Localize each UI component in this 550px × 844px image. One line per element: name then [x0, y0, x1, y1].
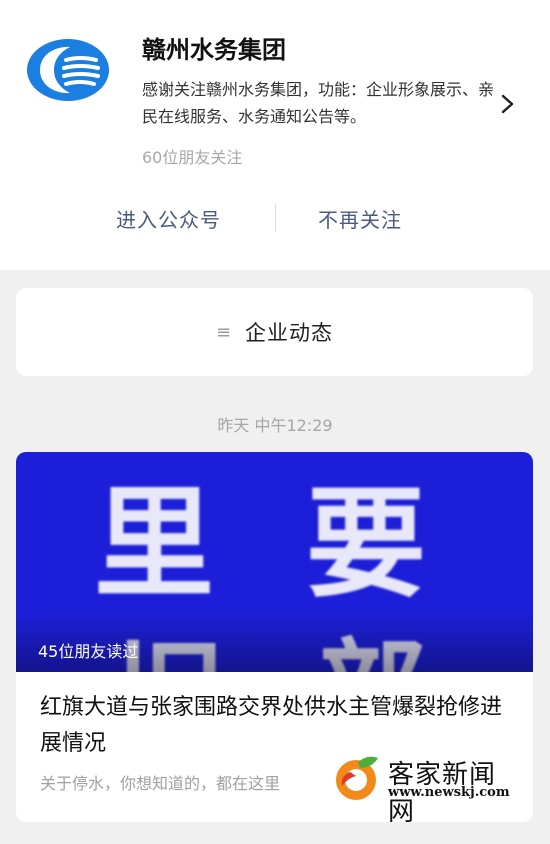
watermark-logo	[336, 756, 378, 800]
unfollow-button[interactable]: 不再关注	[318, 204, 402, 233]
watermark-url: www.newskj.com	[388, 785, 510, 800]
menu-lines-icon: ≡	[215, 321, 232, 343]
followers-count: 60位朋友关注	[142, 148, 243, 167]
water-group-logo	[27, 39, 109, 101]
article-cover-image: 里 要 旧 部 45位朋友读过	[16, 452, 533, 672]
menu-item-company-news[interactable]: ≡ 企业动态	[16, 288, 533, 376]
cover-char: 要	[306, 475, 434, 614]
cover-char: 里	[94, 475, 222, 614]
account-name: 赣州水务集团	[142, 36, 286, 64]
chevron-right-icon[interactable]	[500, 92, 516, 116]
account-profile-card: 赣州水务集团 感谢关注赣州水务集团，功能：企业形象展示、亲民在线服务、水务通知公…	[0, 0, 550, 270]
enter-account-button[interactable]: 进入公众号	[116, 204, 221, 233]
menu-item-label: 企业动态	[245, 321, 334, 345]
account-actions: 进入公众号 不再关注	[0, 196, 550, 240]
article-summary: 关于停水，你想知道的，都在这里	[40, 774, 281, 793]
menu-card: ≡ 企业动态	[16, 288, 533, 376]
message-timestamp: 昨天 中午12:29	[217, 416, 333, 435]
actions-divider	[275, 204, 276, 232]
account-description: 感谢关注赣州水务集团，功能：企业形象展示、亲民在线服务、水务通知公告等。	[142, 80, 495, 126]
watermark: 客家新闻网 www.newskj.com	[332, 752, 522, 827]
read-count: 45位朋友读过	[38, 642, 139, 661]
